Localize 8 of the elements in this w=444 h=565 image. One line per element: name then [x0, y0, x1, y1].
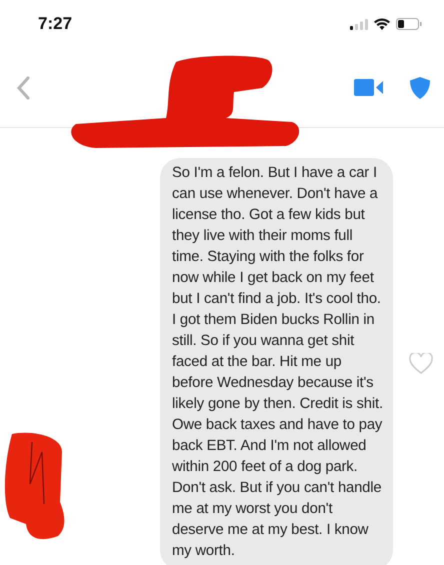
signal-icon [350, 18, 368, 30]
status-time: 7:27 [38, 14, 72, 34]
message-bubble: So I'm a felon. But I have a car I can use whenever. Don't have a license tho. Got a few kids but they live with their moms full time. Staying with the folks for now while I get back on my feet but I can't find a job. It's cool tho. I got them Biden bucks Rollin in still. So if you wanna get shit faced at the bar. Hit me up before Wednesday because it's likely gone by then. Credit is shit. Owe back taxes and have to pay back EBT. And I'm not allowed within 200 feet of a dog park. Don't ask. But if you can't handle me at my worst you don't deserve me at my best. I know my worth. [160, 158, 393, 565]
video-call-icon[interactable] [354, 79, 384, 96]
shield-icon[interactable] [410, 76, 430, 98]
back-icon[interactable] [16, 76, 30, 100]
battery-icon [396, 18, 422, 30]
wifi-icon [374, 18, 390, 30]
